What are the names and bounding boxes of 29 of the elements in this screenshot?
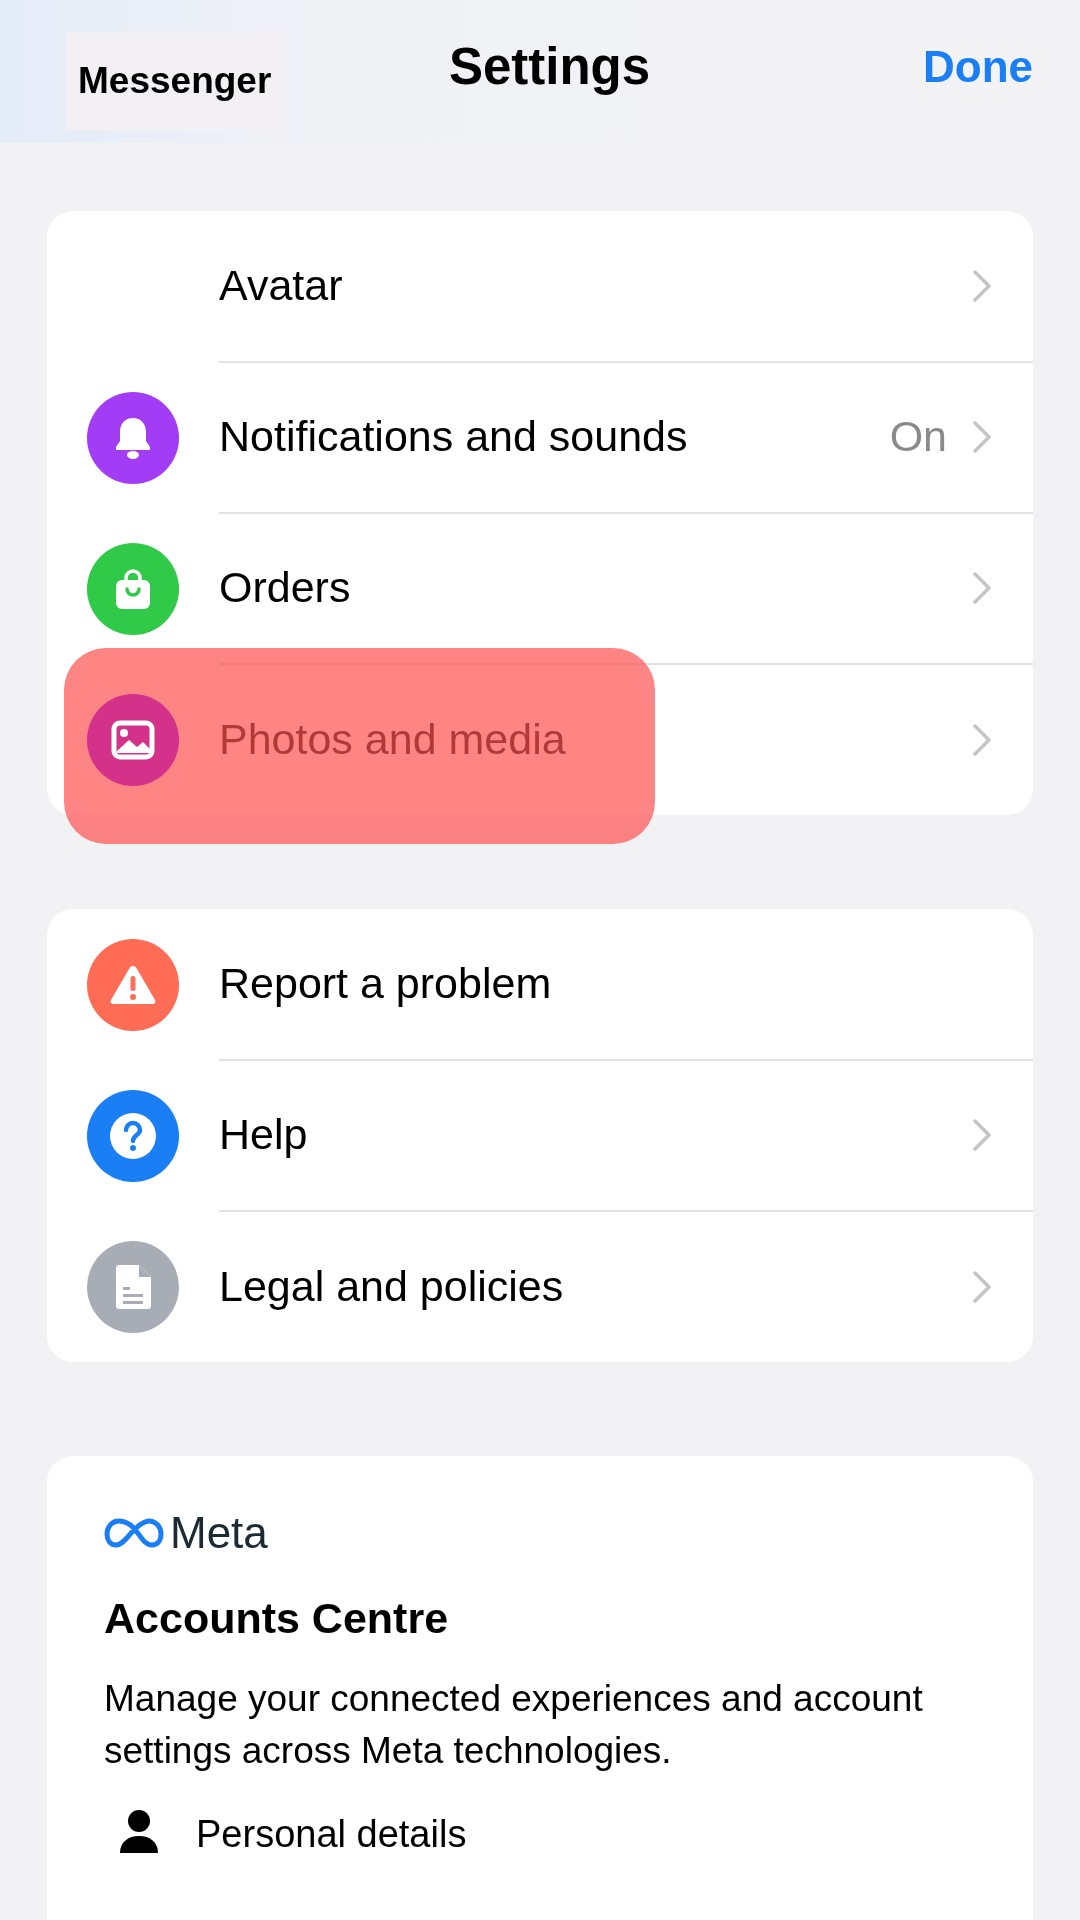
section-description: Manage your connected experiences and account settings across Meta technologies. [104, 1677, 924, 1773]
infinity-logo-icon [104, 1517, 164, 1549]
document-icon [115, 1264, 151, 1309]
account-item[interactable]: Personal details [104, 1809, 976, 1859]
settings-row[interactable]: Report a problem [47, 909, 1033, 1060]
settings-row[interactable]: Help [47, 1060, 1033, 1211]
section-title: Accounts Centre [104, 1594, 450, 1643]
row-label: Report a problem [219, 959, 553, 1008]
item-label: Personal details [196, 1812, 467, 1856]
image-icon [111, 719, 155, 760]
back-button[interactable]: Messenger [66, 31, 284, 130]
row-label: Help [219, 1110, 309, 1159]
settings-row[interactable]: Notifications and sounds On [47, 362, 1033, 513]
person-icon [118, 1809, 160, 1855]
row-label: Photos and media [219, 715, 567, 764]
brand-name: Meta [170, 1508, 268, 1558]
bell-icon [113, 415, 153, 460]
warning-icon [109, 963, 157, 1006]
help-icon [109, 1111, 157, 1160]
row-value: On [889, 412, 947, 461]
row-label: Notifications and sounds [219, 412, 689, 461]
shopping-bag-icon [113, 566, 153, 611]
settings-row[interactable]: Avatar [47, 211, 1033, 362]
done-button[interactable]: Done [923, 41, 1033, 92]
settings-row[interactable]: Legal and policies [47, 1211, 1033, 1362]
row-label: Avatar [219, 261, 344, 310]
row-label: Orders [219, 563, 352, 612]
row-label: Legal and policies [219, 1262, 565, 1311]
screen-title: Settings [448, 37, 651, 96]
